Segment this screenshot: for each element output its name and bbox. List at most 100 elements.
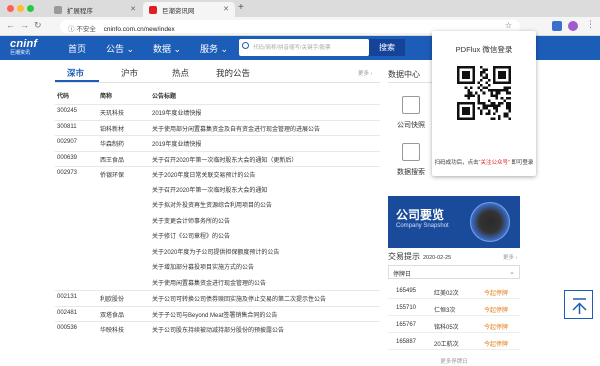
announcement-title[interactable]: 关于召开2020年第一次临时股东大会的通知 xyxy=(152,185,267,194)
bookmark-star-icon[interactable]: ☆ xyxy=(505,21,512,30)
announcement-title[interactable]: 关于变更会计师事务所的公告 xyxy=(152,216,230,225)
security-label: 不安全 xyxy=(76,26,96,33)
table-row[interactable]: 关于修订《公司章程》的公告 xyxy=(55,228,380,243)
announcement-title[interactable]: 关于使用闲置募集资金进行现金管理的公告 xyxy=(152,278,266,287)
stock-name: 铂科新材 xyxy=(100,126,125,133)
table-row[interactable]: 关于2020年度为子公司提供担保额度预计的公告 xyxy=(55,244,380,259)
announcement-title[interactable]: 关于增加部分募投项目实施方式的公告 xyxy=(152,262,254,271)
stock-code: 000536 xyxy=(57,325,78,331)
forward-arrow-icon[interactable]: → xyxy=(20,20,29,30)
stock-name: 华映科技 xyxy=(100,328,125,334)
more-link[interactable]: 更多 › xyxy=(358,69,372,77)
announcement-title[interactable]: 2019年度业绩快报 xyxy=(152,108,201,117)
stock-name: 天玑科技 xyxy=(100,111,125,117)
data-search-link[interactable]: 数据搜索 xyxy=(388,143,434,177)
nav-services[interactable]: 服务 ⌄ xyxy=(200,42,228,55)
stock-name: 华森制药 xyxy=(100,142,125,148)
announcement-title[interactable]: 关于召开2020年第一次临时股东大会的通知（更新后） xyxy=(152,155,297,164)
tab-my-announcements[interactable]: 我的公告 xyxy=(216,67,250,79)
list-item[interactable]: 155710 仁恒3次 今起停牌 xyxy=(388,301,520,316)
tab-shenzhen[interactable]: 深市 xyxy=(67,67,84,79)
new-tab-icon[interactable]: + xyxy=(238,2,244,13)
announcement-title[interactable]: 关于公司可转换公司债券赎回实施及停止交易的第二次提示性公告 xyxy=(152,294,326,303)
back-arrow-icon[interactable]: ← xyxy=(6,20,15,30)
trading-name: 仁恒3次 xyxy=(434,308,456,314)
chevron-down-icon: ⌄ xyxy=(509,269,515,276)
search-input[interactable]: 代码/简称/拼音缩写/关键字/股票 xyxy=(239,39,369,56)
close-window-button[interactable] xyxy=(7,5,14,12)
cninfo-favicon-icon xyxy=(149,6,157,14)
zoom-window-button[interactable] xyxy=(27,5,34,12)
announcement-title[interactable]: 关于公司股东持续被动减持部分股份的预披露公告 xyxy=(152,325,284,334)
stock-name: 西王食品 xyxy=(100,157,125,164)
table-row[interactable]: 关于增加部分募投项目实施方式的公告 xyxy=(55,259,380,274)
table-row[interactable]: 关于召开2020年第一次临时股东大会的通知 xyxy=(55,182,380,197)
list-item[interactable]: 165767 铭科05次 今起停牌 xyxy=(388,318,520,333)
tab-cninfo[interactable]: 巨潮资讯网 ✕ xyxy=(143,2,235,17)
announcement-title[interactable]: 2019年度业绩快报 xyxy=(152,139,201,148)
table-row[interactable]: 000536 华映科技 关于公司股东持续被动减持部分股份的预披露公告 xyxy=(55,321,380,336)
tab-shanghai[interactable]: 沪市 xyxy=(121,67,138,79)
list-item[interactable]: 165887 20工航次 今起停牌 xyxy=(388,335,520,350)
nav-announcements[interactable]: 公告 ⌄ xyxy=(106,42,134,55)
trading-status: 今起停牌 xyxy=(484,291,509,297)
list-item[interactable]: 165495 红美02次 今起停牌 xyxy=(388,284,520,299)
pdflux-login-popup: PDFlux 微信登录 扫码成功后，点击“关注公众号” 即可登录 xyxy=(432,31,536,176)
url-text: cninfo.com.cn/new/index xyxy=(103,26,175,33)
table-row[interactable]: 300811 铂科新材 关于使用部分闲置募集资金及自有资金进行现金管理的进展公告 xyxy=(55,119,380,135)
stock-code: 000639 xyxy=(57,154,78,161)
divider xyxy=(55,82,380,83)
trading-code: 165887 xyxy=(396,339,417,345)
table-row[interactable]: 002481 双塔食品 关于子公司与Beyond Meat签署销售合同的公告 xyxy=(55,305,380,321)
company-snapshot-banner[interactable]: 公司要览 Company Snapshot xyxy=(388,196,520,248)
table-row[interactable]: 002131 利欧股份 关于公司可转换公司债券赎回实施及停止交易的第二次提示性公告 xyxy=(55,290,380,305)
menu-icon[interactable]: ⋮ xyxy=(586,19,595,30)
tab-label: 扩展程序 xyxy=(66,8,93,15)
trading-code: 165767 xyxy=(396,322,417,328)
data-center-title: 数据中心 xyxy=(388,70,420,79)
stock-code: 300811 xyxy=(57,123,77,130)
trading-name: 红美02次 xyxy=(434,291,459,297)
cninfo-logo[interactable]: cninf 巨潮资讯 xyxy=(10,38,37,56)
announcement-title[interactable]: 关于子公司与Beyond Meat签署销售合同的公告 xyxy=(152,310,277,319)
tab-hot[interactable]: 热点 xyxy=(172,67,189,79)
stock-code: 002907 xyxy=(57,139,78,145)
reload-icon[interactable]: ↻ xyxy=(34,20,42,31)
table-row[interactable]: 300245 天玑科技 2019年度业绩快报 xyxy=(55,104,380,119)
nav-data[interactable]: 数据 ⌄ xyxy=(153,42,181,55)
table-row[interactable]: 关于使用闲置募集资金进行现金管理的公告 xyxy=(55,275,380,290)
search-button[interactable]: 搜索 xyxy=(369,39,405,56)
table-row[interactable]: 关于拟对外投资再生资源综合利用项目的公告 xyxy=(55,197,380,212)
company-snapshot-link[interactable]: 公司快照 xyxy=(388,96,434,130)
announcement-title[interactable]: 关于2020年度日常关联交易预计的公告 xyxy=(152,170,255,179)
back-to-top-button[interactable] xyxy=(564,290,593,319)
trading-more-link[interactable]: 更多 › xyxy=(503,253,517,261)
table-row[interactable]: 002907 华森制药 2019年度业绩快报 xyxy=(55,135,380,150)
trading-type-select[interactable]: 停牌日 ⌄ xyxy=(388,265,520,279)
company-snapshot-label: 公司快照 xyxy=(397,122,425,129)
trading-code: 155710 xyxy=(396,305,417,311)
tab-extensions[interactable]: 扩展程序 ✕ xyxy=(48,2,142,17)
table-row[interactable]: 关于变更会计师事务所的公告 xyxy=(55,213,380,228)
banner-subtitle: Company Snapshot xyxy=(396,223,449,229)
stock-name: 利欧股份 xyxy=(100,297,125,303)
close-tab-icon[interactable]: ✕ xyxy=(223,5,229,13)
puzzle-icon xyxy=(54,6,62,14)
popup-title: PDFlux 微信登录 xyxy=(455,45,513,54)
table-row[interactable]: 002973 侨银环保 关于2020年度日常关联交易预计的公告 xyxy=(55,166,380,181)
trading-status: 今起停牌 xyxy=(484,308,509,314)
announcement-title[interactable]: 关于2020年度为子公司提供担保额度预计的公告 xyxy=(152,247,279,256)
minimize-window-button[interactable] xyxy=(17,5,24,12)
trading-footer-link[interactable]: 更多停牌日 xyxy=(388,357,520,365)
pdflux-extension-icon[interactable] xyxy=(552,21,562,31)
wechat-qr-code xyxy=(457,66,511,120)
table-row[interactable]: 000639 西王食品 关于召开2020年第一次临时股东大会的通知（更新后） xyxy=(55,150,380,166)
announcement-title[interactable]: 关于修订《公司章程》的公告 xyxy=(152,231,230,240)
close-tab-icon[interactable]: ✕ xyxy=(130,5,136,13)
stock-code: 300245 xyxy=(57,108,78,114)
announcement-title[interactable]: 关于拟对外投资再生资源综合利用项目的公告 xyxy=(152,200,272,209)
column-header-code: 代码 xyxy=(57,94,70,100)
nav-home[interactable]: 首页 xyxy=(68,42,86,55)
announcement-title[interactable]: 关于使用部分闲置募集资金及自有资金进行现金管理的进展公告 xyxy=(152,124,320,133)
profile-icon[interactable] xyxy=(568,21,578,31)
